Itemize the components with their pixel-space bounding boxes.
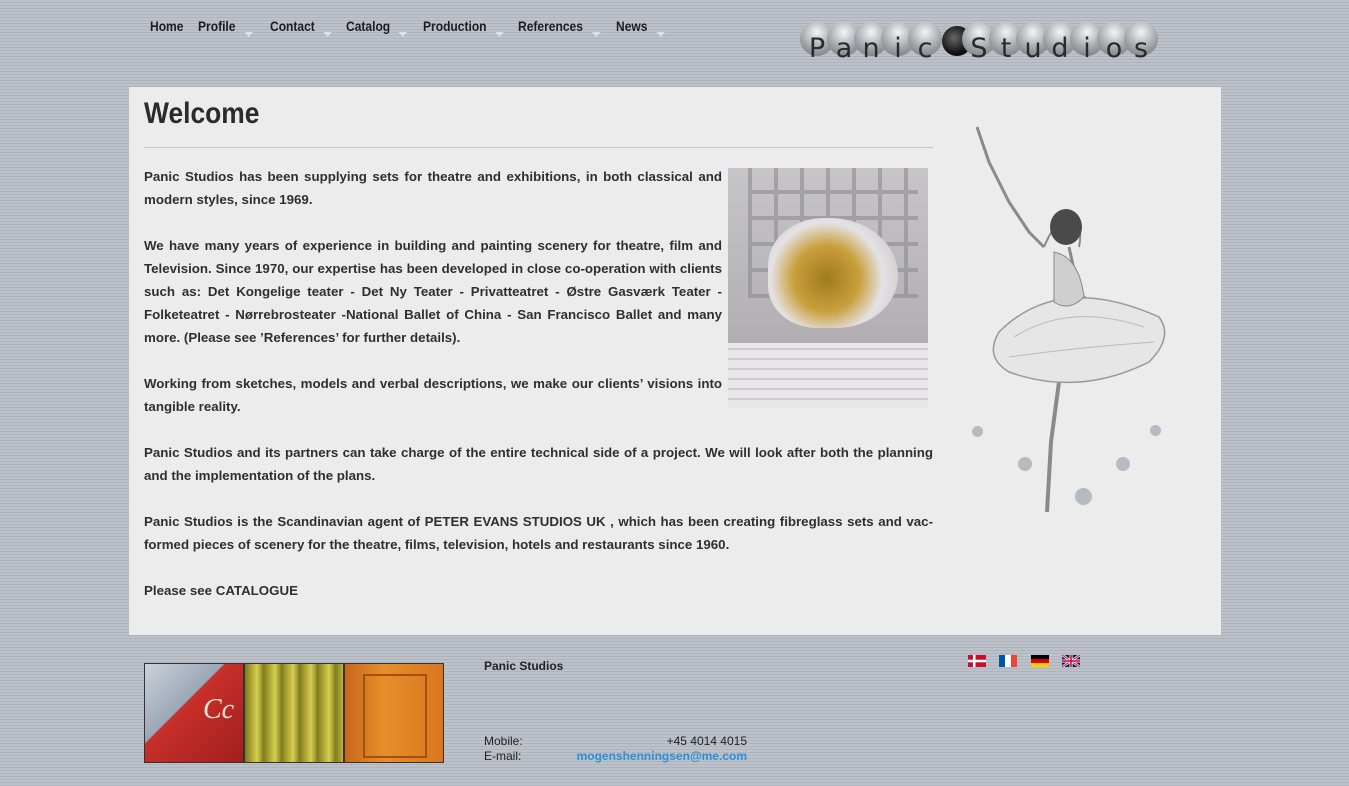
nav-contact-label: Contact [270, 18, 315, 34]
nav-catalog-label: Catalog [346, 18, 391, 34]
gallery-thumb-wood-panel[interactable] [344, 663, 444, 763]
nav-profile-label: Profile [198, 18, 236, 34]
nav-home[interactable]: Home [150, 18, 183, 38]
nav-references[interactable]: References [518, 18, 601, 38]
nav-home-label: Home [150, 18, 184, 34]
chevron-down-icon [591, 32, 601, 37]
email-label: E-mail: [484, 749, 522, 763]
nav-news-label: News [616, 18, 648, 34]
chevron-down-icon [398, 32, 408, 37]
email-link[interactable]: mogenshenningsen@me.com [577, 749, 747, 763]
nav-profile[interactable]: Profile [198, 18, 253, 38]
nav-production[interactable]: Production [423, 18, 504, 38]
footer-contact: Panic Studios Mobile: +45 4014 4015 E-ma… [484, 659, 748, 763]
flag-denmark-icon[interactable] [968, 655, 986, 667]
nav-references-label: References [518, 18, 583, 34]
flag-uk-icon[interactable] [1062, 655, 1080, 667]
title-divider [144, 147, 933, 148]
paragraph-experience: We have many years of experience in buil… [144, 238, 722, 345]
mobile-row: Mobile: +45 4014 4015 [484, 734, 747, 749]
nav-contact[interactable]: Contact [270, 18, 333, 38]
flag-germany-icon[interactable] [1031, 655, 1049, 667]
content-panel: Welcome Panic Studios has been supplying… [129, 87, 1221, 635]
gallery-thumb-cocacola[interactable]: Cc [144, 663, 244, 763]
paragraph-agent: Panic Studios is the Scandinavian agent … [144, 514, 933, 552]
chevron-down-icon [495, 32, 504, 37]
logo-letter: s [1133, 33, 1149, 64]
gallery-thumb-curtain[interactable] [244, 663, 344, 763]
paragraph-catalogue[interactable]: Please see CATALOGUE [144, 579, 933, 602]
chevron-down-icon [323, 32, 333, 37]
logo-letter: c [917, 33, 933, 64]
ballerina-image [975, 126, 1166, 513]
page-title: Welcome [144, 97, 260, 130]
dragon-sculpture-image [728, 168, 928, 408]
nav-news[interactable]: News [616, 18, 665, 38]
company-name: Panic Studios [484, 659, 564, 673]
mobile-value: +45 4014 4015 [666, 734, 747, 748]
nav-production-label: Production [423, 18, 487, 34]
chevron-down-icon [656, 32, 665, 37]
paragraph-intro: Panic Studios has been supplying sets fo… [144, 169, 722, 207]
chevron-down-icon [244, 32, 253, 37]
mobile-label: Mobile: [484, 734, 523, 748]
site-logo[interactable]: P a n i c S t u d i o s [800, 22, 1160, 64]
flag-france-icon[interactable] [999, 655, 1017, 667]
paragraph-partners: Panic Studios and its partners can take … [144, 445, 933, 483]
footer-gallery: Cc [144, 663, 444, 763]
email-row: E-mail: mogenshenningsen@me.com [484, 749, 747, 764]
nav-catalog[interactable]: Catalog [346, 18, 408, 38]
paragraph-visions: Working from sketches, models and verbal… [144, 376, 722, 414]
